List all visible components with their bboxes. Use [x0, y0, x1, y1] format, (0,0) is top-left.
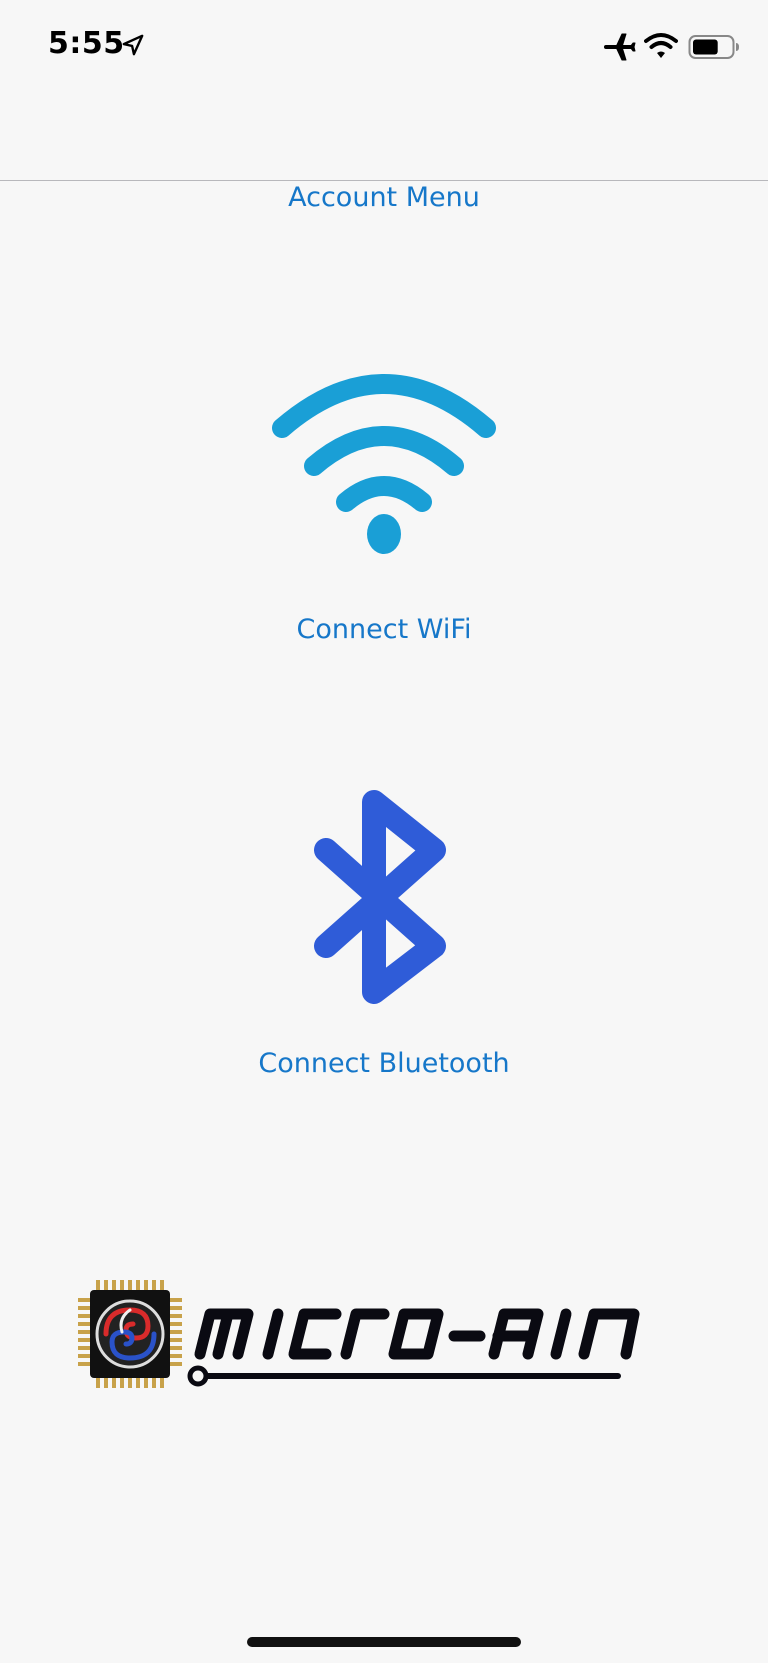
- nav-bar: [0, 96, 768, 181]
- account-menu-link[interactable]: Account Menu: [0, 182, 768, 213]
- micro-air-logo: [78, 1280, 640, 1388]
- status-time: 5:55: [48, 26, 125, 61]
- airplane-mode-icon: [604, 33, 636, 61]
- wifi-icon[interactable]: [272, 366, 496, 562]
- status-bar: 5:55: [0, 0, 768, 96]
- home-indicator: [247, 1637, 521, 1647]
- wifi-signal-icon: [644, 33, 678, 58]
- location-arrow-icon: [122, 34, 144, 56]
- connect-wifi-link[interactable]: Connect WiFi: [0, 614, 768, 645]
- battery-icon: [688, 35, 739, 59]
- connect-bluetooth-link[interactable]: Connect Bluetooth: [0, 1048, 768, 1079]
- bluetooth-icon[interactable]: [312, 790, 456, 1004]
